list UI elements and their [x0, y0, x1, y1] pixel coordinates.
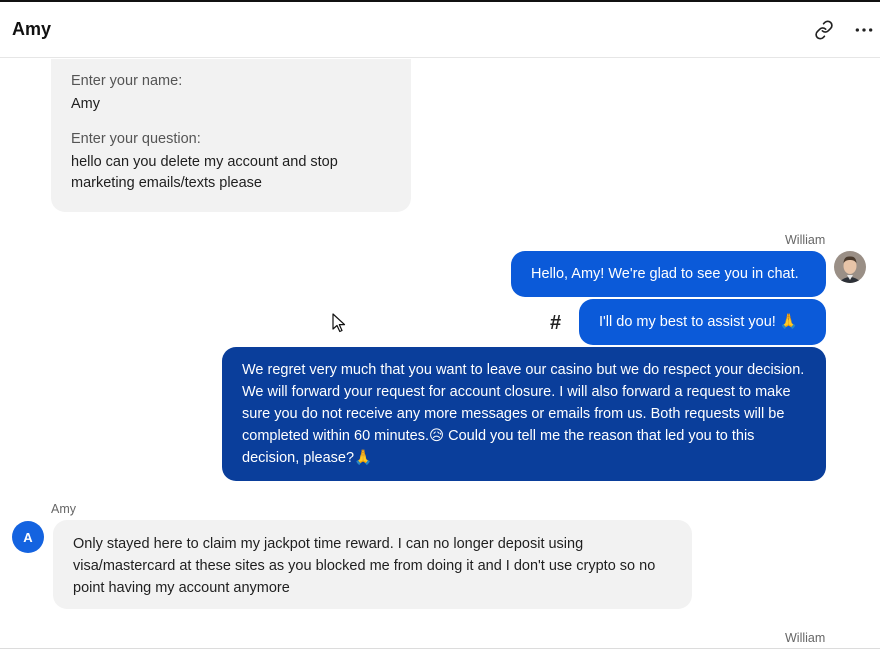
- chat-message-agent: Hello, Amy! We're glad to see you in cha…: [511, 251, 826, 297]
- sender-name-amy: Amy: [51, 502, 76, 516]
- link-icon[interactable]: [812, 18, 836, 42]
- question-value: hello can you delete my account and stop…: [71, 154, 338, 191]
- sender-name-william: William: [785, 233, 826, 247]
- chat-title: Amy: [12, 19, 52, 39]
- name-label: Enter your name:: [71, 73, 183, 89]
- message-list[interactable]: Enter your name: Amy Enter your question…: [0, 59, 880, 649]
- hash-icon[interactable]: #: [550, 312, 561, 335]
- chat-message-agent: We regret very much that you want to lea…: [222, 347, 826, 481]
- avatar: A: [12, 521, 44, 553]
- chat-message-agent: I'll do my best to assist you! 🙏: [579, 299, 826, 345]
- more-horizontal-icon[interactable]: [852, 18, 876, 42]
- question-label: Enter your question:: [71, 131, 201, 147]
- name-value: Amy: [71, 96, 100, 112]
- mouse-cursor-icon: [332, 313, 346, 338]
- form-message-bubble: Enter your name: Amy Enter your question…: [51, 59, 411, 212]
- chat-header: Amy: [0, 2, 880, 58]
- avatar: [834, 251, 866, 283]
- composer-divider: [0, 648, 880, 649]
- sender-name-william: William: [785, 631, 826, 645]
- chat-message-user: Only stayed here to claim my jackpot tim…: [53, 520, 692, 609]
